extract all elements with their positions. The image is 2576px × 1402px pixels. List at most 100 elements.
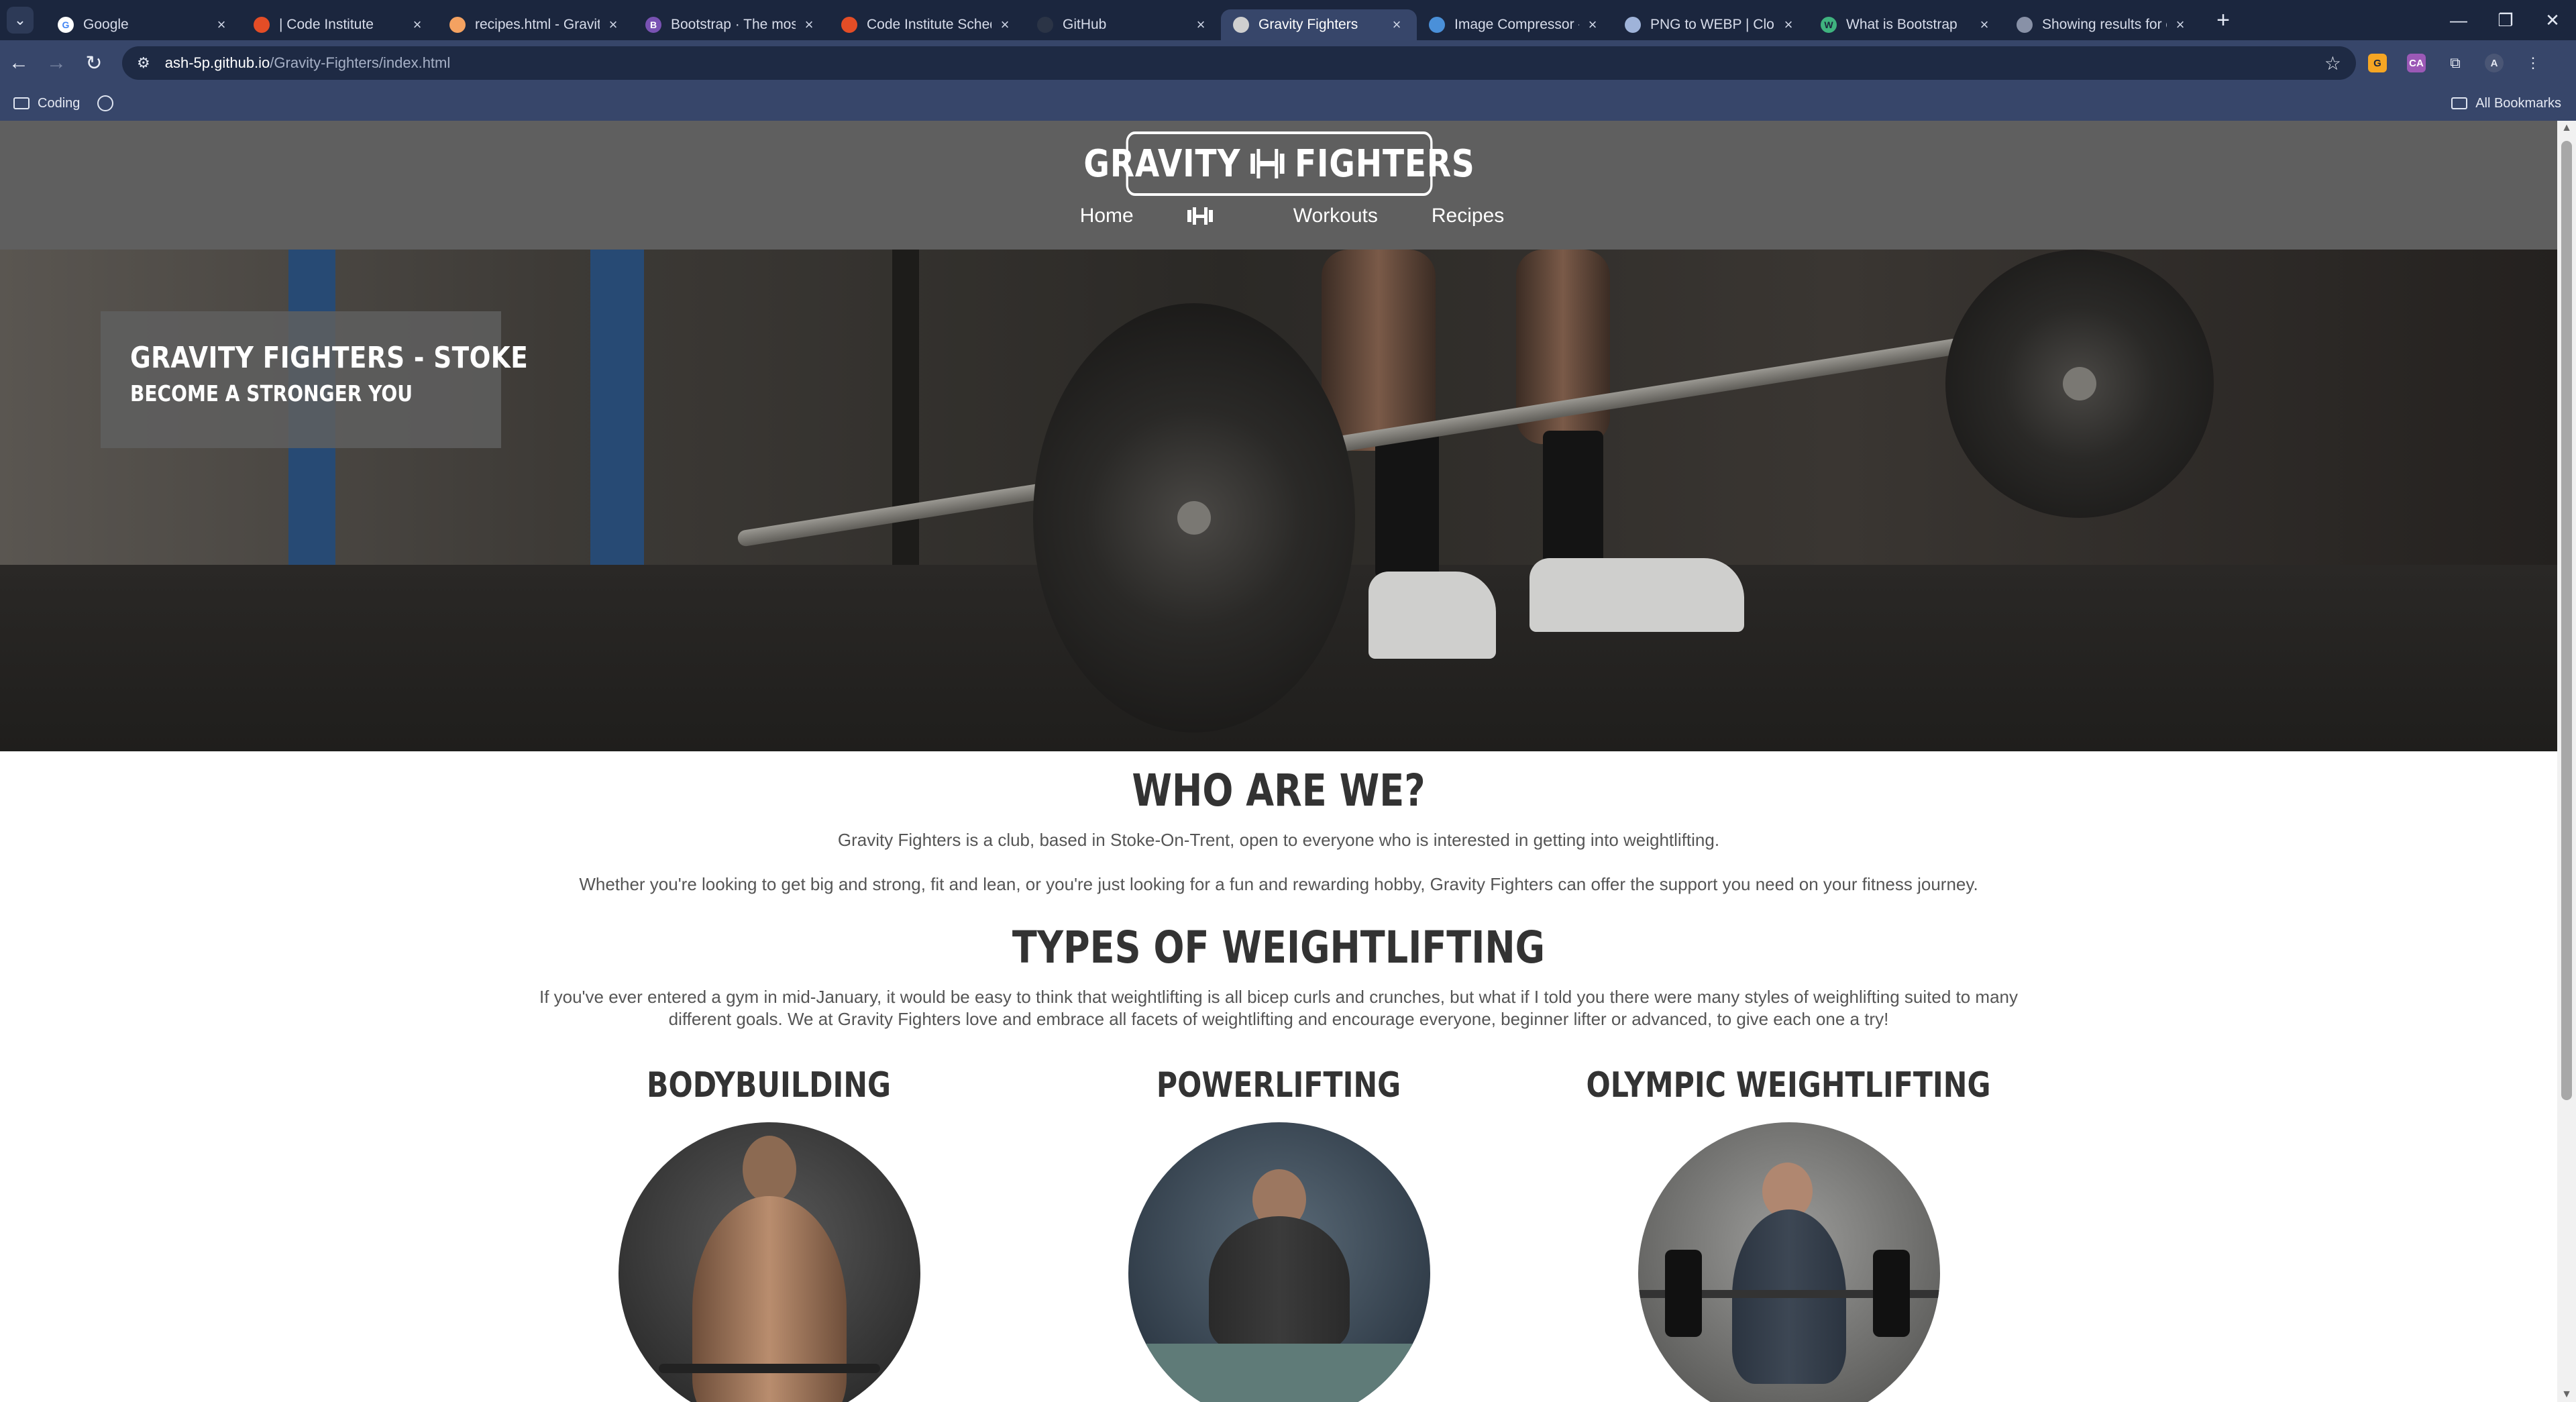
url-host: ash-5p.github.io — [164, 54, 270, 71]
tab-list: G Google × | Code Institute × recipes.html - … — [46, 0, 2200, 40]
types-paragraph: If you've ever entered a gym in mid-Janu… — [539, 987, 2019, 1029]
address-bar[interactable]: ⚙ ash-5p.github.io/Gravity-Fighters/inde… — [122, 46, 2356, 80]
tab-close-icon[interactable]: × — [409, 16, 425, 34]
dumbbell-icon — [1250, 149, 1285, 178]
back-button[interactable]: ← — [0, 44, 38, 82]
tab-title: What is Bootstrap — [1846, 17, 1957, 32]
tab-favicon-icon — [1037, 17, 1053, 33]
tab-close-icon[interactable]: × — [801, 16, 817, 34]
about-paragraph-1: Gravity Fighters is a club, based in Sto… — [837, 830, 1720, 850]
window-controls: — ❐ ✕ — [2435, 0, 2576, 40]
logo-text-left: GRAVITY — [1083, 142, 1241, 186]
tab-favicon-icon: B — [645, 17, 661, 33]
bookmark-folder-label: Coding — [38, 95, 80, 111]
browser-tab[interactable]: GitHub × — [1025, 9, 1221, 40]
scrollbar-thumb[interactable] — [2561, 141, 2572, 1100]
page-viewport: GRAVITY FIGHTERS Home Workouts Recipes G… — [0, 121, 2557, 1402]
nav-workouts[interactable]: Workouts — [1293, 205, 1378, 227]
tab-title: Gravity Fighters — [1258, 17, 1358, 32]
tab-title: Google — [83, 17, 129, 32]
nav-home[interactable]: Home — [1053, 205, 1240, 227]
scroll-up-icon[interactable]: ▲ — [2557, 122, 2576, 134]
tab-close-icon[interactable]: × — [1976, 16, 1992, 34]
browser-toolbar: ← → ↻ ⚙ ash-5p.github.io/Gravity-Fighter… — [0, 40, 2576, 86]
site-info-icon[interactable]: ⚙ — [137, 54, 150, 72]
nav-recipes[interactable]: Recipes — [1432, 205, 1504, 227]
tab-title: recipes.html - Gravity-Figh — [475, 17, 600, 32]
page-scrollbar[interactable]: ▲ ▼ — [2557, 121, 2576, 1402]
browser-tab[interactable]: G Google × — [46, 9, 241, 40]
powerlifting-image — [1128, 1122, 1430, 1402]
extension-g-icon: G — [2368, 54, 2387, 72]
scroll-down-icon[interactable]: ▼ — [2557, 1389, 2576, 1401]
browser-tab[interactable]: W What is Bootstrap × — [1809, 9, 2004, 40]
tab-close-icon[interactable]: × — [213, 16, 229, 34]
browser-tab[interactable]: Showing results for conte × — [2004, 9, 2200, 40]
chevron-down-icon: ⌄ — [13, 11, 27, 28]
tab-favicon-icon — [1625, 17, 1641, 33]
url-path: /Gravity-Fighters/index.html — [270, 54, 451, 71]
hero-plate — [1945, 250, 2214, 518]
extension-2[interactable]: CA — [2399, 46, 2434, 80]
tab-close-icon[interactable]: × — [1389, 16, 1405, 34]
bookmark-folder-coding[interactable]: Coding — [13, 96, 80, 111]
bodybuilding-image — [619, 1122, 920, 1402]
minimize-button[interactable]: — — [2435, 0, 2482, 40]
olympic-weightlifting-image — [1638, 1122, 1940, 1402]
tab-title: PNG to WEBP | CloudCon — [1650, 17, 1775, 32]
tab-favicon-icon: W — [1821, 17, 1837, 33]
types-title: TYPES OF WEIGHTLIFTING — [1012, 922, 1546, 973]
bookmarks-bar: Coding All Bookmarks — [0, 86, 2576, 121]
browser-tab[interactable]: B Bootstrap · The most popu × — [633, 9, 829, 40]
browser-tab[interactable]: Gravity Fighters × — [1221, 9, 1417, 40]
browser-tab[interactable]: Code Institute Schedule G × — [829, 9, 1025, 40]
bookmark-star-icon[interactable]: ☆ — [2324, 52, 2341, 74]
tab-close-icon[interactable]: × — [605, 16, 621, 34]
tab-title: Image Compressor - Com — [1454, 17, 1579, 32]
globe-icon[interactable] — [97, 95, 114, 111]
hero-sock — [1543, 431, 1603, 565]
menu-button[interactable]: ⋮ — [2516, 46, 2551, 80]
browser-tab[interactable]: PNG to WEBP | CloudCon × — [1613, 9, 1809, 40]
tab-close-icon[interactable]: × — [1193, 16, 1209, 34]
hero-caption: GRAVITY FIGHTERS - STOKE BECOME A STRONG… — [101, 311, 528, 448]
tab-close-icon[interactable]: × — [2172, 16, 2188, 34]
hero-sock — [1375, 431, 1439, 578]
restore-button[interactable]: ❐ — [2482, 0, 2529, 40]
browser-tab[interactable]: | Code Institute × — [241, 9, 437, 40]
dumbbell-icon — [1187, 207, 1213, 225]
hero-image: GRAVITY FIGHTERS - STOKE BECOME A STRONG… — [0, 250, 2557, 751]
tab-favicon-icon — [1429, 17, 1445, 33]
hero-plate — [1033, 303, 1355, 733]
tab-favicon-icon: G — [58, 17, 74, 33]
all-bookmarks-button[interactable]: All Bookmarks — [2451, 96, 2561, 111]
avatar: A — [2485, 54, 2504, 72]
folder-icon — [2451, 97, 2468, 109]
browser-tab[interactable]: Image Compressor - Com × — [1417, 9, 1613, 40]
hero-shoe — [1529, 558, 1744, 632]
about-title: WHO ARE WE? — [1132, 765, 1426, 816]
site-logo[interactable]: GRAVITY FIGHTERS — [1083, 131, 1474, 196]
extensions-button[interactable]: ⧉ — [2438, 46, 2473, 80]
reload-icon: ↻ — [85, 52, 103, 74]
tab-search-button[interactable]: ⌄ — [7, 7, 34, 34]
browser-tab[interactable]: recipes.html - Gravity-Figh × — [437, 9, 633, 40]
tab-favicon-icon — [841, 17, 857, 33]
hero-leg — [1322, 250, 1436, 451]
tab-close-icon[interactable]: × — [1585, 16, 1601, 34]
tab-favicon-icon — [1233, 17, 1249, 33]
all-bookmarks-label: All Bookmarks — [2475, 95, 2561, 111]
forward-button[interactable]: → — [38, 44, 75, 82]
tab-title: | Code Institute — [279, 17, 374, 32]
extension-1[interactable]: G — [2360, 46, 2395, 80]
tab-title: Bootstrap · The most popu — [671, 17, 796, 32]
tab-close-icon[interactable]: × — [1780, 16, 1796, 34]
profile-button[interactable]: A — [2477, 46, 2512, 80]
site-header: GRAVITY FIGHTERS Home Workouts Recipes — [0, 121, 2557, 250]
close-window-button[interactable]: ✕ — [2529, 0, 2576, 40]
nav-home-label: Home — [1079, 205, 1134, 227]
reload-button[interactable]: ↻ — [75, 44, 113, 82]
column-title-bodybuilding: BODYBUILDING — [646, 1065, 892, 1106]
new-tab-button[interactable]: + — [2208, 7, 2238, 34]
tab-close-icon[interactable]: × — [997, 16, 1013, 34]
